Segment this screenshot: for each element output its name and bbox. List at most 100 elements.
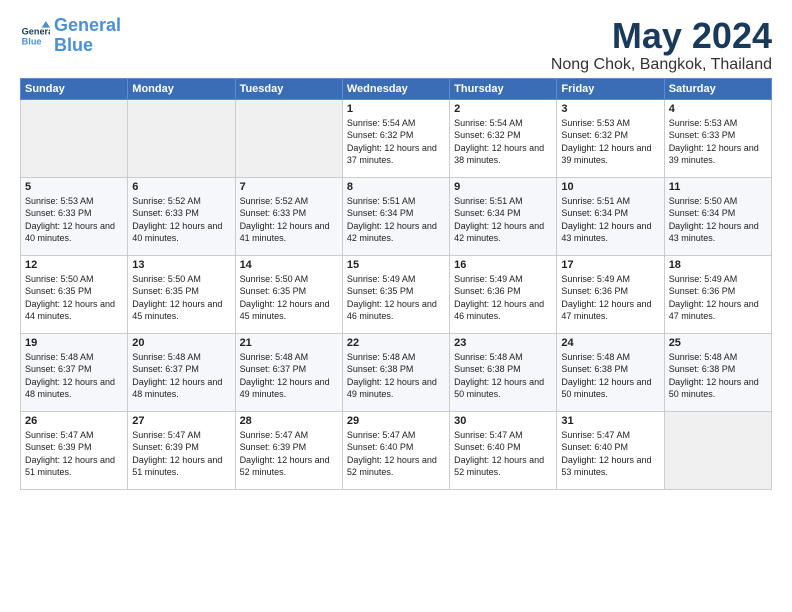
day-detail: Sunrise: 5:47 AMSunset: 6:39 PMDaylight:… bbox=[132, 429, 230, 479]
day-number: 19 bbox=[25, 337, 123, 349]
calendar-cell: 30 Sunrise: 5:47 AMSunset: 6:40 PMDayligh… bbox=[450, 411, 557, 489]
day-detail: Sunrise: 5:48 AMSunset: 6:37 PMDaylight:… bbox=[25, 351, 123, 401]
day-detail: Sunrise: 5:48 AMSunset: 6:38 PMDaylight:… bbox=[347, 351, 445, 401]
calendar-cell: 27 Sunrise: 5:47 AMSunset: 6:39 PMDayligh… bbox=[128, 411, 235, 489]
day-detail: Sunrise: 5:53 AMSunset: 6:33 PMDaylight:… bbox=[25, 195, 123, 245]
calendar-week-2: 12 Sunrise: 5:50 AMSunset: 6:35 PMDayligh… bbox=[21, 255, 772, 333]
calendar-cell bbox=[128, 99, 235, 177]
calendar-cell bbox=[664, 411, 771, 489]
calendar-table: Sunday Monday Tuesday Wednesday Thursday… bbox=[20, 78, 772, 490]
day-detail: Sunrise: 5:52 AMSunset: 6:33 PMDaylight:… bbox=[132, 195, 230, 245]
calendar-cell: 9Sunrise: 5:51 AMSunset: 6:34 PMDaylight… bbox=[450, 177, 557, 255]
day-number: 12 bbox=[25, 259, 123, 271]
logo-line2: Blue bbox=[54, 35, 93, 55]
day-number: 30 bbox=[454, 415, 552, 427]
day-detail: Sunrise: 5:50 AMSunset: 6:35 PMDaylight:… bbox=[25, 273, 123, 323]
day-number: 27 bbox=[132, 415, 230, 427]
day-detail: Sunrise: 5:47 AMSunset: 6:40 PMDaylight:… bbox=[561, 429, 659, 479]
day-detail: Sunrise: 5:51 AMSunset: 6:34 PMDaylight:… bbox=[454, 195, 552, 245]
logo-line1: General bbox=[54, 15, 121, 35]
svg-text:General: General bbox=[22, 26, 50, 36]
calendar-week-1: 5 Sunrise: 5:53 AMSunset: 6:33 PMDaylight… bbox=[21, 177, 772, 255]
col-sunday: Sunday bbox=[21, 78, 128, 99]
logo: General Blue General Blue bbox=[20, 16, 121, 56]
main-container: General Blue General Blue May 2024 Nong … bbox=[0, 0, 792, 500]
calendar-cell: 16Sunrise: 5:49 AMSunset: 6:36 PMDayligh… bbox=[450, 255, 557, 333]
calendar-cell: 8 Sunrise: 5:51 AMSunset: 6:34 PMDaylight… bbox=[342, 177, 449, 255]
col-monday: Monday bbox=[128, 78, 235, 99]
calendar-week-3: 19 Sunrise: 5:48 AMSunset: 6:37 PMDayligh… bbox=[21, 333, 772, 411]
day-detail: Sunrise: 5:47 AMSunset: 6:40 PMDaylight:… bbox=[454, 429, 552, 479]
day-number: 25 bbox=[669, 337, 767, 349]
calendar-week-4: 26 Sunrise: 5:47 AMSunset: 6:39 PMDayligh… bbox=[21, 411, 772, 489]
day-number: 3 bbox=[561, 103, 659, 115]
day-number: 17 bbox=[561, 259, 659, 271]
day-number: 10 bbox=[561, 181, 659, 193]
day-number: 4 bbox=[669, 103, 767, 115]
header-row: Sunday Monday Tuesday Wednesday Thursday… bbox=[21, 78, 772, 99]
calendar-cell: 11 Sunrise: 5:50 AMSunset: 6:34 PMDayligh… bbox=[664, 177, 771, 255]
day-detail: Sunrise: 5:51 AMSunset: 6:34 PMDaylight:… bbox=[561, 195, 659, 245]
day-detail: Sunrise: 5:51 AMSunset: 6:34 PMDaylight:… bbox=[347, 195, 445, 245]
col-tuesday: Tuesday bbox=[235, 78, 342, 99]
day-number: 22 bbox=[347, 337, 445, 349]
calendar-cell: 24 Sunrise: 5:48 AMSunset: 6:38 PMDayligh… bbox=[557, 333, 664, 411]
day-number: 18 bbox=[669, 259, 767, 271]
calendar-cell: 7Sunrise: 5:52 AMSunset: 6:33 PMDaylight… bbox=[235, 177, 342, 255]
day-number: 26 bbox=[25, 415, 123, 427]
day-detail: Sunrise: 5:48 AMSunset: 6:38 PMDaylight:… bbox=[561, 351, 659, 401]
day-number: 14 bbox=[240, 259, 338, 271]
day-number: 28 bbox=[240, 415, 338, 427]
calendar-cell: 4Sunrise: 5:53 AMSunset: 6:33 PMDaylight… bbox=[664, 99, 771, 177]
day-detail: Sunrise: 5:49 AMSunset: 6:36 PMDaylight:… bbox=[669, 273, 767, 323]
day-number: 13 bbox=[132, 259, 230, 271]
day-detail: Sunrise: 5:54 AMSunset: 6:32 PMDaylight:… bbox=[454, 117, 552, 167]
svg-text:Blue: Blue bbox=[22, 36, 42, 46]
calendar-week-0: 1 Sunrise: 5:54 AMSunset: 6:32 PMDaylight… bbox=[21, 99, 772, 177]
calendar-cell: 29Sunrise: 5:47 AMSunset: 6:40 PMDayligh… bbox=[342, 411, 449, 489]
title-block: May 2024 Nong Chok, Bangkok, Thailand bbox=[551, 16, 772, 74]
calendar-cell: 31Sunrise: 5:47 AMSunset: 6:40 PMDayligh… bbox=[557, 411, 664, 489]
day-number: 6 bbox=[132, 181, 230, 193]
calendar-cell: 26 Sunrise: 5:47 AMSunset: 6:39 PMDayligh… bbox=[21, 411, 128, 489]
day-number: 20 bbox=[132, 337, 230, 349]
day-detail: Sunrise: 5:49 AMSunset: 6:35 PMDaylight:… bbox=[347, 273, 445, 323]
day-number: 8 bbox=[347, 181, 445, 193]
day-detail: Sunrise: 5:50 AMSunset: 6:34 PMDaylight:… bbox=[669, 195, 767, 245]
day-number: 1 bbox=[347, 103, 445, 115]
header: General Blue General Blue May 2024 Nong … bbox=[20, 16, 772, 74]
day-detail: Sunrise: 5:48 AMSunset: 6:37 PMDaylight:… bbox=[240, 351, 338, 401]
calendar-cell: 5 Sunrise: 5:53 AMSunset: 6:33 PMDaylight… bbox=[21, 177, 128, 255]
calendar-cell: 12 Sunrise: 5:50 AMSunset: 6:35 PMDayligh… bbox=[21, 255, 128, 333]
day-detail: Sunrise: 5:49 AMSunset: 6:36 PMDaylight:… bbox=[561, 273, 659, 323]
calendar-cell bbox=[235, 99, 342, 177]
calendar-cell: 13Sunrise: 5:50 AMSunset: 6:35 PMDayligh… bbox=[128, 255, 235, 333]
day-number: 24 bbox=[561, 337, 659, 349]
col-wednesday: Wednesday bbox=[342, 78, 449, 99]
day-detail: Sunrise: 5:54 AMSunset: 6:32 PMDaylight:… bbox=[347, 117, 445, 167]
day-detail: Sunrise: 5:48 AMSunset: 6:38 PMDaylight:… bbox=[454, 351, 552, 401]
calendar-cell: 22 Sunrise: 5:48 AMSunset: 6:38 PMDayligh… bbox=[342, 333, 449, 411]
col-thursday: Thursday bbox=[450, 78, 557, 99]
day-number: 11 bbox=[669, 181, 767, 193]
calendar-cell: 18 Sunrise: 5:49 AMSunset: 6:36 PMDayligh… bbox=[664, 255, 771, 333]
calendar-cell: 1 Sunrise: 5:54 AMSunset: 6:32 PMDaylight… bbox=[342, 99, 449, 177]
day-detail: Sunrise: 5:47 AMSunset: 6:39 PMDaylight:… bbox=[25, 429, 123, 479]
calendar-cell: 3 Sunrise: 5:53 AMSunset: 6:32 PMDaylight… bbox=[557, 99, 664, 177]
day-detail: Sunrise: 5:53 AMSunset: 6:32 PMDaylight:… bbox=[561, 117, 659, 167]
calendar-cell: 2Sunrise: 5:54 AMSunset: 6:32 PMDaylight… bbox=[450, 99, 557, 177]
location: Nong Chok, Bangkok, Thailand bbox=[551, 56, 772, 74]
day-detail: Sunrise: 5:47 AMSunset: 6:39 PMDaylight:… bbox=[240, 429, 338, 479]
calendar-cell: 10 Sunrise: 5:51 AMSunset: 6:34 PMDayligh… bbox=[557, 177, 664, 255]
calendar-cell: 25Sunrise: 5:48 AMSunset: 6:38 PMDayligh… bbox=[664, 333, 771, 411]
calendar-cell: 19 Sunrise: 5:48 AMSunset: 6:37 PMDayligh… bbox=[21, 333, 128, 411]
col-saturday: Saturday bbox=[664, 78, 771, 99]
day-number: 29 bbox=[347, 415, 445, 427]
day-detail: Sunrise: 5:49 AMSunset: 6:36 PMDaylight:… bbox=[454, 273, 552, 323]
month-title: May 2024 bbox=[551, 16, 772, 56]
day-number: 5 bbox=[25, 181, 123, 193]
calendar-cell: 15Sunrise: 5:49 AMSunset: 6:35 PMDayligh… bbox=[342, 255, 449, 333]
day-number: 21 bbox=[240, 337, 338, 349]
calendar-cell: 21 Sunrise: 5:48 AMSunset: 6:37 PMDayligh… bbox=[235, 333, 342, 411]
day-number: 23 bbox=[454, 337, 552, 349]
